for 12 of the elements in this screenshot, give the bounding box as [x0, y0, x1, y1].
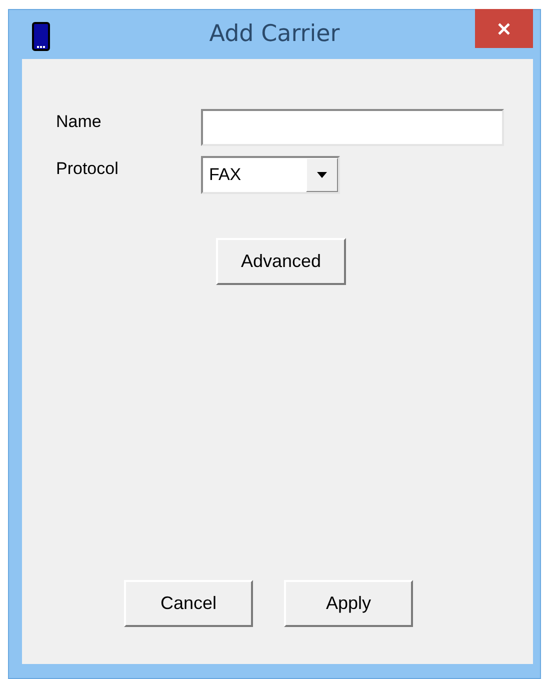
- window-title: Add Carrier: [209, 20, 340, 50]
- tablet-icon: [32, 22, 50, 51]
- close-button[interactable]: [475, 9, 533, 48]
- close-icon: [497, 22, 511, 36]
- apply-button[interactable]: Apply: [284, 580, 413, 627]
- advanced-button[interactable]: Advanced: [216, 238, 346, 285]
- protocol-dropdown[interactable]: FAX: [201, 156, 340, 194]
- name-field[interactable]: [201, 109, 504, 146]
- cancel-button[interactable]: Cancel: [124, 580, 253, 627]
- field-label: Protocol: [56, 158, 120, 180]
- field-label: Name: [56, 111, 102, 133]
- caret-icon: [317, 172, 327, 178]
